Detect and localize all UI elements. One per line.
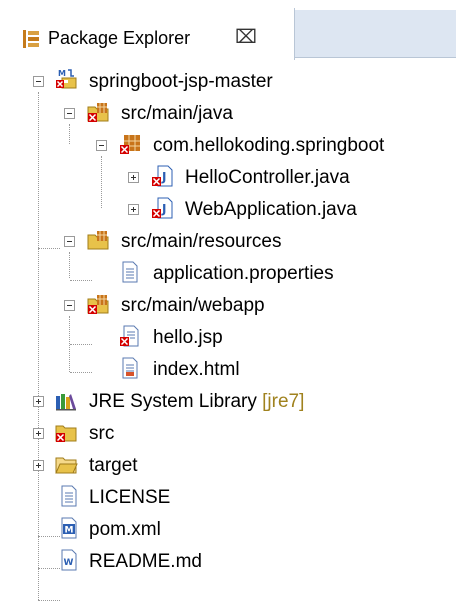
close-icon[interactable]: ⌧ — [235, 27, 257, 49]
expand-toggle[interactable] — [128, 204, 139, 215]
tree-item-label: src/main/webapp — [121, 295, 265, 316]
expand-toggle[interactable] — [33, 396, 44, 407]
tree-row-src[interactable]: src — [0, 418, 456, 450]
collapse-toggle[interactable] — [64, 108, 75, 119]
library-icon — [56, 394, 76, 411]
folder-icon — [55, 457, 78, 474]
tree-row-src-main-java[interactable]: src/main/java — [0, 98, 456, 130]
text-file-icon — [122, 261, 138, 283]
jsp-file-error-icon — [120, 325, 139, 347]
tree-item-label: hello.jsp — [153, 327, 223, 348]
tree-row-license[interactable]: LICENSE — [0, 482, 456, 514]
tree-guide-line — [38, 600, 60, 601]
svg-text:M: M — [65, 526, 74, 536]
expand-toggle[interactable] — [128, 172, 139, 183]
tree-item-label: index.html — [153, 359, 240, 380]
svg-text:J: J — [161, 202, 166, 216]
jre-library-name: JRE System Library — [89, 391, 257, 412]
tree-row-pom[interactable]: M pom.xml — [0, 514, 456, 546]
tree-item-label: HelloController.java — [185, 167, 350, 188]
collapse-toggle[interactable] — [64, 300, 75, 311]
project-tree[interactable]: M springboot-jsp-master src/main/java co… — [0, 60, 456, 605]
java-file-error-icon: J — [152, 197, 173, 219]
tree-row-application-properties[interactable]: application.properties — [0, 258, 456, 290]
source-folder-icon — [87, 231, 109, 250]
maven-pom-icon: M — [61, 517, 77, 539]
svg-text:J: J — [161, 170, 166, 184]
tree-row-hello-jsp[interactable]: hello.jsp — [0, 322, 456, 354]
folder-error-icon — [55, 425, 77, 442]
tree-item-label: target — [89, 455, 138, 476]
collapse-toggle[interactable] — [33, 76, 44, 87]
tree-row-project[interactable]: M springboot-jsp-master — [0, 66, 456, 98]
tree-item-label: pom.xml — [89, 519, 161, 540]
tree-item-label: com.hellokoding.springboot — [153, 135, 385, 156]
tree-item-label: JRE System Library [jre7] — [89, 390, 304, 414]
svg-text:M: M — [58, 69, 66, 78]
svg-text:W: W — [64, 558, 74, 568]
markdown-file-icon: W — [61, 549, 77, 571]
tab-strip-empty-area — [294, 10, 456, 58]
collapse-toggle[interactable] — [96, 140, 107, 151]
expand-toggle[interactable] — [33, 460, 44, 471]
tree-row-jre-library[interactable]: JRE System Library [jre7] — [0, 386, 456, 418]
tree-row-hello-controller[interactable]: J HelloController.java — [0, 162, 456, 194]
maven-project-error-icon: M — [56, 69, 77, 89]
package-error-icon — [120, 135, 140, 154]
jre-version-decoration: [jre7] — [262, 391, 305, 412]
tree-item-label: src — [89, 423, 115, 444]
source-folder-error-icon — [87, 295, 109, 314]
text-file-icon — [61, 485, 77, 507]
tree-item-label: src/main/java — [121, 103, 233, 124]
tree-row-target[interactable]: target — [0, 450, 456, 482]
java-file-error-icon: J — [152, 165, 173, 187]
source-folder-error-icon — [87, 103, 109, 122]
tree-item-label: WebApplication.java — [185, 199, 357, 220]
tree-item-label: LICENSE — [89, 487, 171, 508]
tree-item-label: application.properties — [153, 263, 334, 284]
package-explorer-icon — [22, 29, 40, 49]
collapse-toggle[interactable] — [64, 236, 75, 247]
tree-item-label: springboot-jsp-master — [89, 71, 273, 92]
tree-row-index-html[interactable]: index.html — [0, 354, 456, 386]
tree-row-readme[interactable]: W README.md — [0, 546, 456, 578]
tree-row-src-main-resources[interactable]: src/main/resources — [0, 226, 456, 258]
view-title: Package Explorer — [48, 28, 191, 48]
tree-row-web-application[interactable]: J WebApplication.java — [0, 194, 456, 226]
tree-row-src-main-webapp[interactable]: src/main/webapp — [0, 290, 456, 322]
tree-item-label: src/main/resources — [121, 231, 282, 252]
tree-item-label: README.md — [89, 551, 202, 572]
view-tab-bar: Package Explorer ⌧ — [0, 0, 456, 60]
tree-row-package[interactable]: com.hellokoding.springboot — [0, 130, 456, 162]
expand-toggle[interactable] — [33, 428, 44, 439]
package-explorer-tab[interactable]: Package Explorer ⌧ — [0, 8, 295, 60]
html-file-icon — [122, 357, 138, 379]
